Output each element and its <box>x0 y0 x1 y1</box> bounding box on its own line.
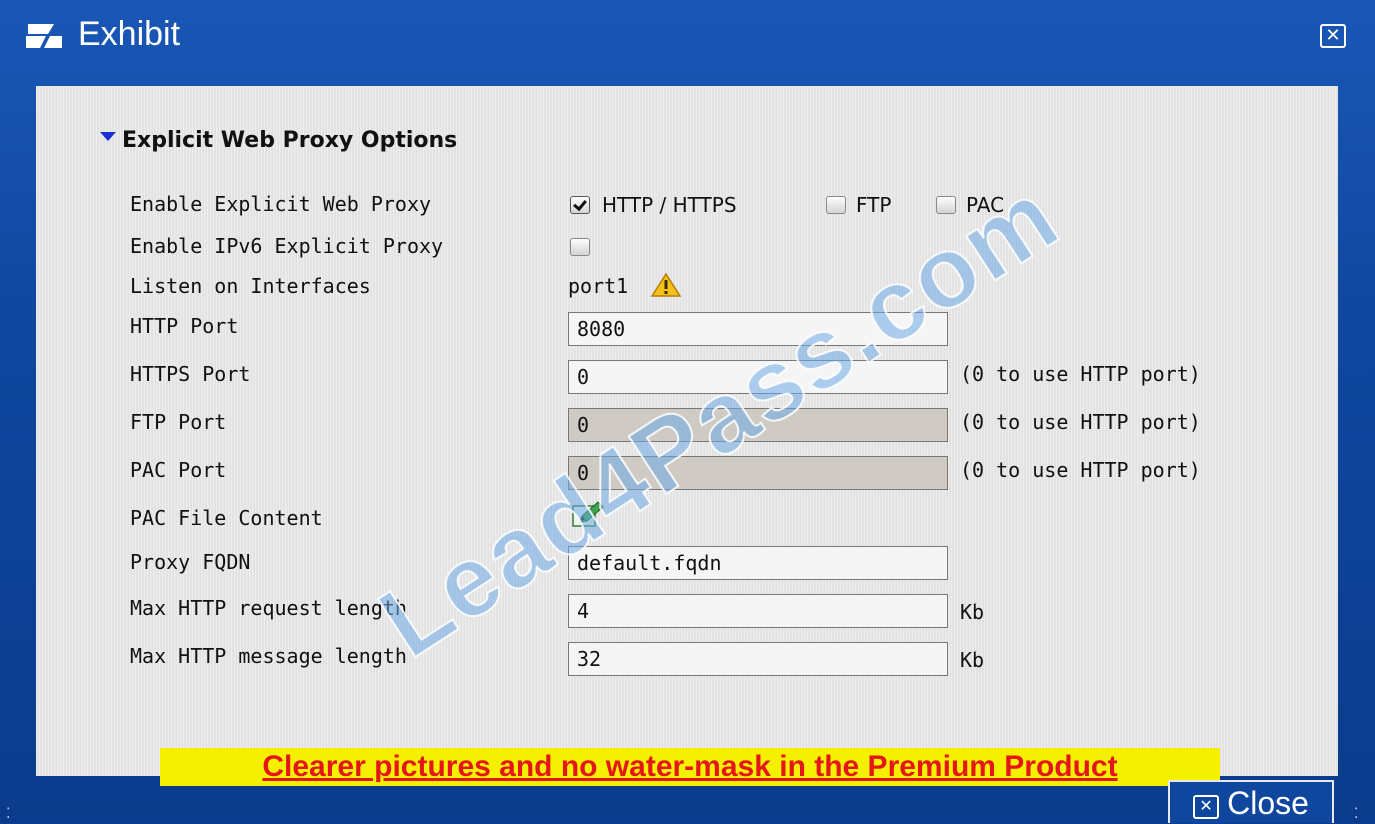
exhibit-icon <box>26 24 62 48</box>
http-port-label: HTTP Port <box>130 314 239 338</box>
window-title: Exhibit <box>78 15 181 53</box>
resize-grip-left: ⁚ <box>6 806 11 822</box>
close-icon: ✕ <box>1193 795 1220 819</box>
title-bar: Exhibit ✕ <box>0 0 1375 70</box>
http-https-label: HTTP / HTTPS <box>602 193 737 217</box>
max-message-length-label: Max HTTP message length <box>130 644 407 668</box>
pac-port-hint: (0 to use HTTP port) <box>960 458 1201 482</box>
max-message-length-input[interactable]: 32 <box>568 642 948 676</box>
max-message-length-unit: Kb <box>960 648 985 672</box>
ftp-port-hint: (0 to use HTTP port) <box>960 410 1201 434</box>
ftp-checkbox[interactable] <box>826 196 846 214</box>
resize-grip-right[interactable]: ⁚ <box>1354 806 1358 822</box>
ftp-port-label: FTP Port <box>130 410 227 434</box>
collapse-triangle-icon <box>100 132 116 141</box>
pac-port-label: PAC Port <box>130 458 227 482</box>
listen-interface-value: port1 <box>568 274 629 298</box>
max-request-length-unit: Kb <box>960 600 985 624</box>
section-toggle-explicit-web-proxy[interactable]: Explicit Web Proxy Options <box>100 128 457 153</box>
pac-file-content-label: PAC File Content <box>130 506 323 530</box>
enable-explicit-web-proxy-label: Enable Explicit Web Proxy <box>130 192 432 216</box>
enable-ipv6-label: Enable IPv6 Explicit Proxy <box>130 234 444 258</box>
ftp-label: FTP <box>856 193 892 217</box>
close-button[interactable]: ✕ Close <box>1168 780 1334 823</box>
section-title: Explicit Web Proxy Options <box>122 128 458 153</box>
proxy-fqdn-label: Proxy FQDN <box>130 550 251 574</box>
https-port-label: HTTPS Port <box>130 362 251 386</box>
max-request-length-label: Max HTTP request length <box>130 596 407 620</box>
close-button-label: Close <box>1227 785 1309 821</box>
listen-on-interfaces-label: Listen on Interfaces <box>130 274 371 298</box>
exhibit-window: Exhibit ✕ Explicit Web Proxy Options Ena… <box>0 0 1375 823</box>
proxy-fqdn-input[interactable]: default.fqdn <box>568 546 948 580</box>
https-port-hint: (0 to use HTTP port) <box>960 362 1201 386</box>
max-request-length-input[interactable]: 4 <box>568 594 948 628</box>
enable-ipv6-checkbox[interactable] <box>570 238 590 256</box>
warning-icon <box>650 272 682 297</box>
title-close-button[interactable]: ✕ <box>1320 24 1346 48</box>
http-https-checkbox[interactable] <box>570 196 590 214</box>
promo-banner: Clearer pictures and no water-mask in th… <box>160 748 1220 786</box>
